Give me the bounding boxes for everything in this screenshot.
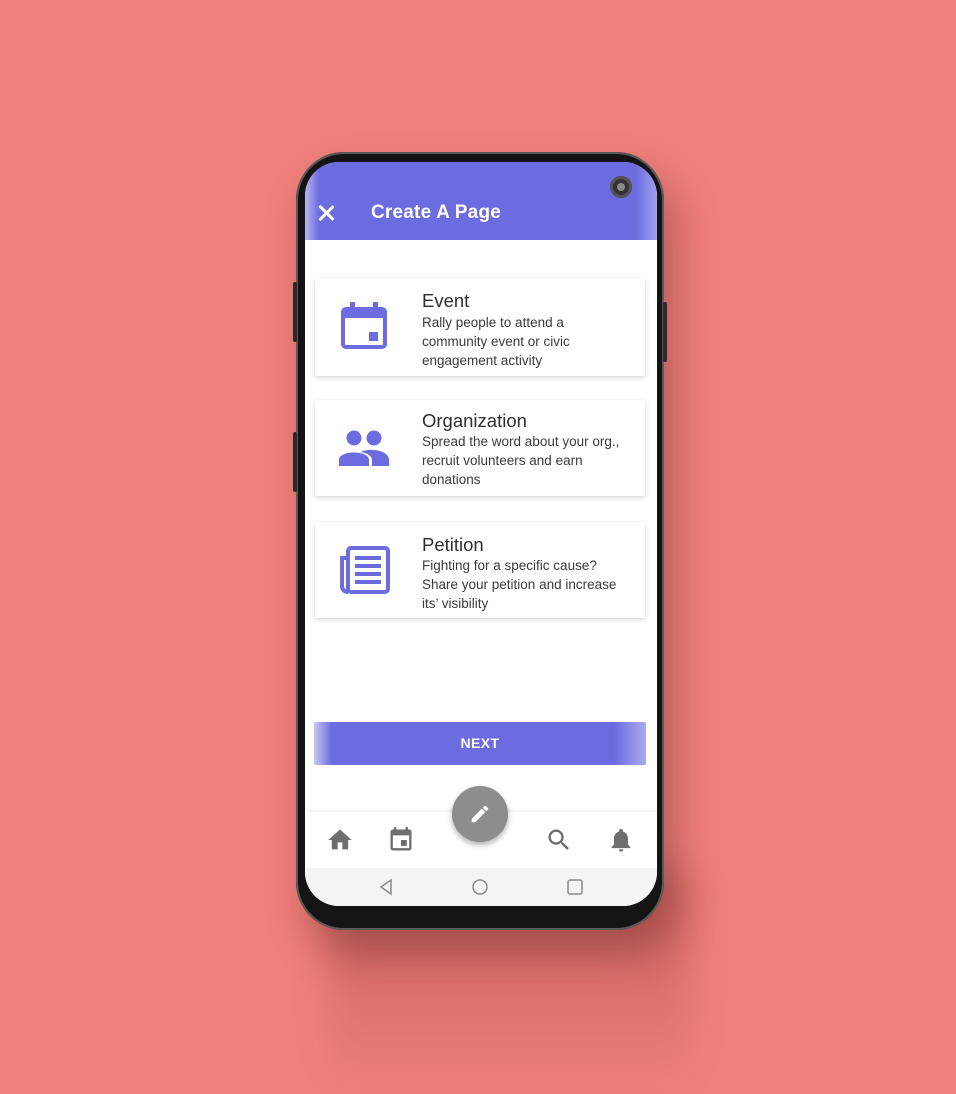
page-title: Create A Page: [371, 202, 502, 223]
front-camera: [610, 176, 632, 198]
system-navigation-bar: [305, 868, 657, 906]
recents-icon[interactable]: [566, 878, 584, 896]
option-title: Event: [422, 290, 470, 311]
option-title: Petition: [422, 534, 484, 555]
option-description: Spread the word about your org., recruit…: [422, 434, 620, 487]
close-icon[interactable]: [315, 202, 337, 224]
option-card-petition[interactable]: Petition Fighting for a specific cause? …: [315, 522, 645, 618]
bell-icon[interactable]: [607, 826, 635, 854]
app-screen: Create A Page Event Rally people to atte…: [305, 162, 657, 906]
app-bar: Create A Page: [305, 162, 657, 240]
side-key: [663, 302, 667, 362]
home-circle-icon[interactable]: [471, 878, 489, 896]
option-description: Rally people to attend a community event…: [422, 315, 570, 368]
calendar-icon[interactable]: [387, 826, 415, 854]
pencil-icon: [471, 805, 489, 823]
people-icon: [339, 430, 389, 466]
power-button: [293, 282, 297, 342]
option-card-organization[interactable]: Organization Spread the word about your …: [315, 400, 645, 496]
home-icon[interactable]: [326, 826, 354, 854]
calendar-icon: [341, 302, 387, 349]
option-card-event[interactable]: Event Rally people to attend a community…: [315, 278, 645, 376]
back-icon[interactable]: [377, 878, 395, 896]
volume-button: [293, 432, 297, 492]
option-description: Fighting for a specific cause? Share you…: [422, 558, 617, 611]
search-icon[interactable]: [545, 826, 573, 854]
next-button[interactable]: NEXT: [314, 722, 646, 765]
option-title: Organization: [422, 410, 527, 431]
fab-compose-button[interactable]: [452, 786, 508, 842]
newspaper-icon: [340, 546, 390, 594]
